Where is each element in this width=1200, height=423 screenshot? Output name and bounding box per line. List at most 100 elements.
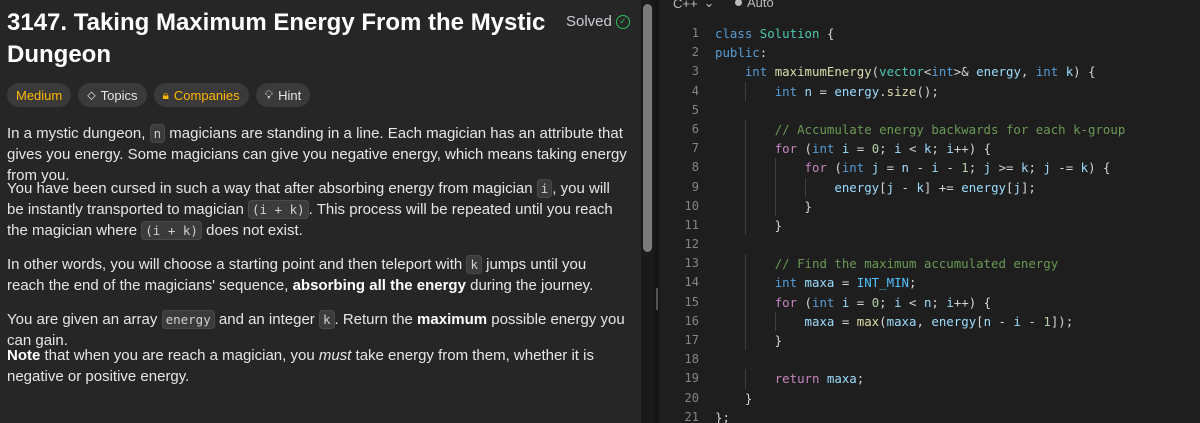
code-token: maxa bbox=[826, 371, 857, 387]
solved-status: Solved ✓ bbox=[566, 13, 630, 30]
code-token: [ bbox=[976, 313, 984, 329]
code-token: < bbox=[901, 141, 924, 157]
topics-button[interactable]: ⬦ Topics bbox=[78, 83, 147, 107]
code-token: = bbox=[849, 141, 872, 157]
code-token: maximumEnergy bbox=[774, 64, 872, 80]
line-number: 9 bbox=[691, 179, 699, 194]
hint-button[interactable]: 💡︎ Hint bbox=[255, 83, 311, 107]
code-token: energy bbox=[976, 64, 1021, 80]
paragraph-2: You have been cursed in such a way that … bbox=[7, 178, 627, 241]
code-token: Solution bbox=[759, 26, 820, 41]
code-token: j bbox=[983, 160, 992, 176]
line-number: 1 bbox=[691, 26, 699, 40]
lock-icon: 🔒︎ bbox=[162, 87, 169, 102]
code-token: [ bbox=[879, 179, 887, 195]
line-number: 8 bbox=[691, 160, 699, 175]
inline-code: k bbox=[318, 310, 335, 329]
code-editor[interactable]: C++ ⌄ Auto 1 class Solution {2 public: 3 in… bbox=[659, 0, 1200, 423]
code-token: ( bbox=[826, 160, 842, 176]
line-number: 6 bbox=[691, 121, 699, 136]
code-token: for bbox=[804, 160, 827, 176]
code-token: ; bbox=[968, 160, 984, 176]
code-token: - bbox=[894, 179, 917, 195]
code-token: 1 bbox=[961, 160, 969, 176]
code-token: - bbox=[938, 160, 962, 176]
code-token: >= bbox=[991, 160, 1021, 176]
code-token: size bbox=[886, 83, 917, 99]
solved-label: Solved bbox=[566, 13, 612, 30]
code-token: for bbox=[774, 141, 798, 157]
code-text: int n = energy.size(); bbox=[715, 82, 939, 101]
code-token: = bbox=[879, 160, 902, 176]
code-token: = bbox=[834, 313, 857, 329]
chevron-down-icon: ⌄ bbox=[703, 0, 715, 10]
code-token: int bbox=[812, 141, 842, 157]
code-token: - bbox=[991, 313, 1014, 329]
code-token: ; bbox=[879, 141, 895, 157]
code-token: , bbox=[916, 313, 932, 329]
auto-mode-toggle[interactable]: Auto bbox=[735, 0, 774, 10]
code-token: ; bbox=[879, 294, 895, 310]
difficulty-badge: Medium bbox=[7, 83, 72, 107]
code-token: int bbox=[774, 275, 805, 291]
line-number: 5 bbox=[691, 102, 699, 117]
code-token: 1 bbox=[1043, 313, 1051, 329]
code-token: n bbox=[983, 313, 992, 329]
code-token: maxa bbox=[804, 275, 835, 291]
code-token: - bbox=[1020, 313, 1044, 329]
code-token: energy bbox=[931, 313, 977, 329]
code-token: max bbox=[856, 313, 880, 329]
code-token: int bbox=[931, 64, 954, 80]
bold-text: absorbing all the energy bbox=[292, 277, 466, 294]
code-token: i bbox=[894, 294, 902, 310]
code-token: ( bbox=[797, 141, 812, 157]
code-token: ; bbox=[931, 294, 947, 310]
code-text: int maximumEnergy(vector<int>& energy, i… bbox=[715, 62, 1096, 81]
text-run: In other words, you will choose a starti… bbox=[7, 256, 467, 273]
code-token: for bbox=[774, 294, 798, 310]
code-token: - bbox=[909, 160, 932, 176]
code-token: ]; bbox=[1020, 179, 1036, 195]
code-token: j bbox=[886, 179, 895, 195]
auto-dot-icon bbox=[735, 0, 742, 6]
code-token: energy bbox=[961, 179, 1006, 195]
line-number: 10 bbox=[684, 198, 699, 213]
language-select[interactable]: C++ ⌄ bbox=[673, 0, 714, 11]
code-text: class Solution { bbox=[715, 24, 834, 43]
line-number: 17 bbox=[684, 333, 699, 347]
code-token: maxa bbox=[804, 313, 835, 329]
tag-bar: Medium ⬦ Topics 🔒︎ Companies 💡︎ Hint bbox=[7, 83, 311, 107]
companies-button[interactable]: 🔒︎ Companies bbox=[153, 83, 249, 107]
code-text: energy[j - k] += energy[j]; bbox=[715, 178, 1036, 197]
code-token: , bbox=[1020, 64, 1036, 80]
line-number: 16 bbox=[684, 313, 699, 328]
code-text: for (int j = n - i - 1; j >= k; j -= k) … bbox=[715, 158, 1111, 177]
inline-code: energy bbox=[161, 310, 215, 329]
code-token: int bbox=[841, 160, 872, 176]
description-scrollbar[interactable] bbox=[643, 4, 652, 252]
code-token: (); bbox=[916, 83, 939, 99]
line-number: 21 bbox=[684, 409, 699, 423]
check-circle-icon: ✓ bbox=[615, 14, 630, 29]
code-text: } bbox=[715, 216, 782, 235]
text-run: You are given an array bbox=[7, 311, 162, 328]
bold-text: Note bbox=[7, 347, 41, 364]
code-token: // Find the maximum accumulated energy bbox=[774, 256, 1059, 272]
resize-handle[interactable] bbox=[656, 288, 658, 310]
code-token: : bbox=[759, 45, 768, 61]
code-token: . bbox=[879, 83, 887, 99]
code-token: ] += bbox=[923, 179, 962, 195]
code-token: ]); bbox=[1050, 313, 1074, 329]
code-token: ; bbox=[931, 141, 947, 157]
code-text: public: bbox=[715, 43, 767, 62]
problem-title[interactable]: 3147. Taking Maximum Energy From the Mys… bbox=[7, 7, 547, 71]
editor-toolbar: C++ ⌄ Auto bbox=[659, 0, 1200, 12]
line-number: 18 bbox=[684, 352, 699, 367]
code-token: n bbox=[804, 83, 812, 99]
